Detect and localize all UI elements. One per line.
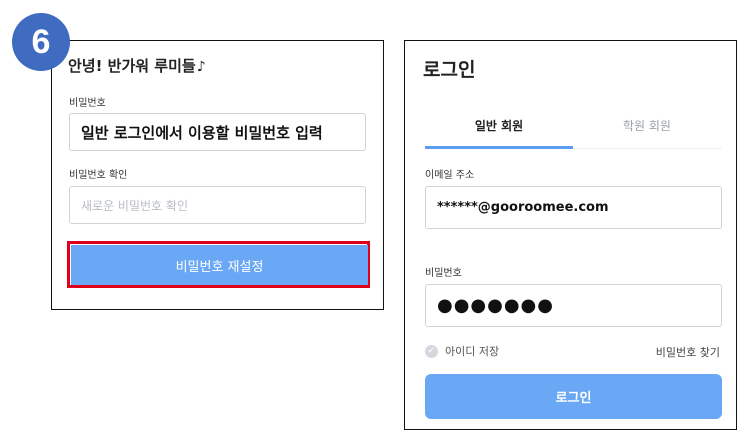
save-id-checkbox[interactable]: ✓ 아이디 저장 bbox=[425, 343, 499, 359]
login-password-label: 비밀번호 bbox=[425, 268, 462, 279]
music-note-icon: ♪ bbox=[196, 59, 206, 75]
save-id-label: 아이디 저장 bbox=[445, 345, 500, 358]
password-dots: ●●●●●●● bbox=[437, 295, 554, 316]
tab-regular-member[interactable]: 일반 회원 bbox=[425, 117, 573, 134]
password-confirm-input[interactable]: 새로운 비밀번호 확인 bbox=[69, 186, 366, 224]
password-confirm-placeholder: 새로운 비밀번호 확인 bbox=[81, 198, 188, 213]
find-password-link[interactable]: 비밀번호 찾기 bbox=[656, 344, 720, 360]
email-label: 이메일 주소 bbox=[425, 170, 475, 181]
check-icon: ✓ bbox=[425, 344, 438, 358]
login-button[interactable]: 로그인 bbox=[425, 374, 722, 419]
tab-academy-member[interactable]: 학원 회원 bbox=[573, 117, 721, 134]
email-input[interactable]: ******@gooroomee.com bbox=[425, 186, 722, 229]
login-password-input[interactable]: ●●●●●●● bbox=[425, 284, 722, 327]
login-panel: 로그인 일반 회원 학원 회원 이메일 주소 ******@gooroomee.… bbox=[404, 40, 737, 430]
active-tab-indicator bbox=[425, 146, 573, 149]
password-label: 비밀번호 bbox=[69, 98, 106, 109]
step-number-badge: 6 bbox=[12, 13, 70, 71]
greeting-text: 안녕! 반가워 루미들 bbox=[68, 57, 196, 75]
new-password-value: 일반 로그인에서 이용할 비밀번호 입력 bbox=[81, 123, 323, 142]
reset-password-button[interactable]: 비밀번호 재설정 bbox=[71, 245, 368, 285]
login-title: 로그인 bbox=[423, 59, 476, 81]
email-value: ******@gooroomee.com bbox=[437, 200, 609, 215]
password-reset-panel: 안녕! 반가워 루미들♪ 비밀번호 일반 로그인에서 이용할 비밀번호 입력 비… bbox=[51, 40, 384, 310]
new-password-input[interactable]: 일반 로그인에서 이용할 비밀번호 입력 bbox=[69, 113, 366, 151]
password-confirm-label: 비밀번호 확인 bbox=[69, 170, 128, 181]
greeting-heading: 안녕! 반가워 루미들♪ bbox=[68, 55, 206, 76]
